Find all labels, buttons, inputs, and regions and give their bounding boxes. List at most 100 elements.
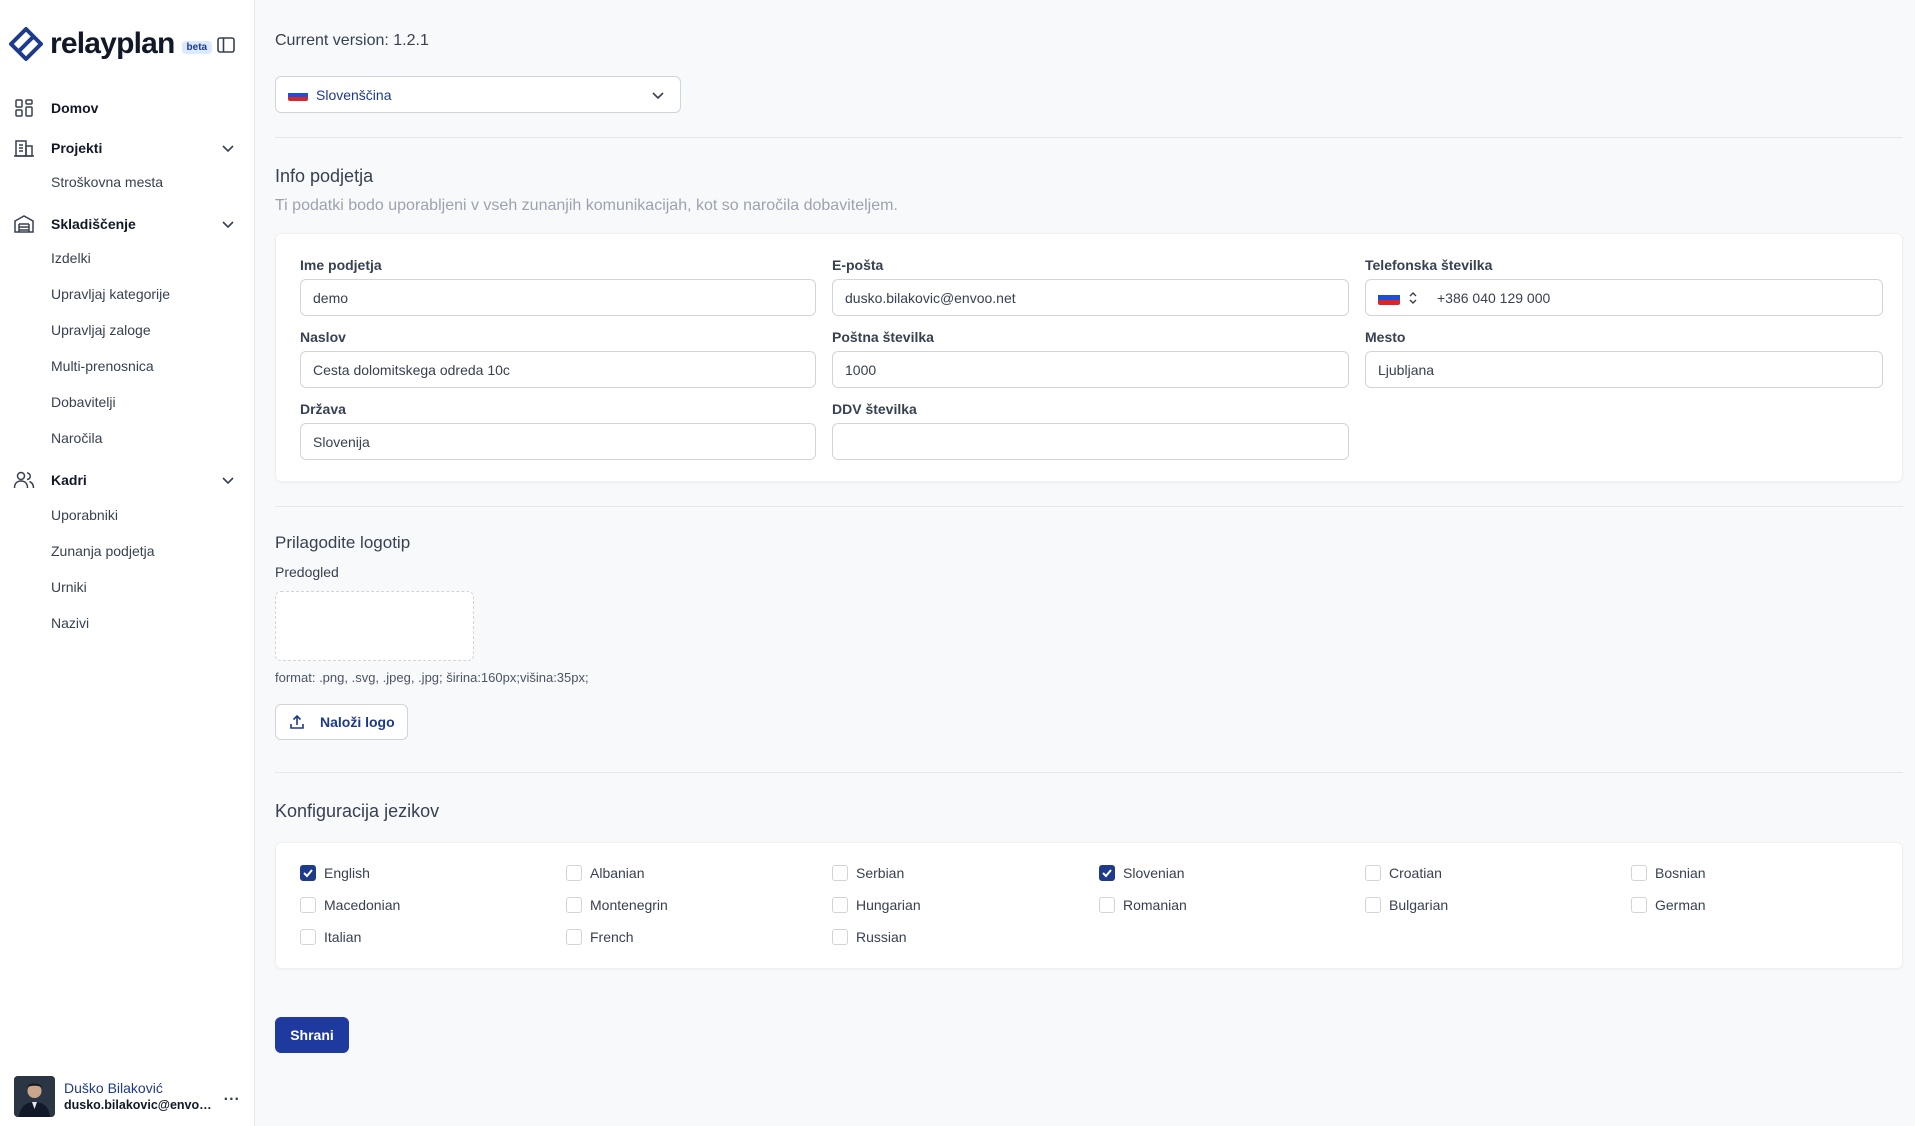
checkbox-checked-icon: [300, 865, 316, 881]
checkbox-icon: [566, 897, 582, 913]
checkbox-icon: [1631, 897, 1647, 913]
sidebar-item-upravljaj-zaloge[interactable]: Upravljaj zaloge: [51, 322, 151, 338]
country-input[interactable]: Slovenija: [300, 423, 816, 460]
language-checkbox-bosnian[interactable]: Bosnian: [1631, 865, 1706, 881]
email-input[interactable]: dusko.bilakovic@envoo.net: [832, 279, 1349, 316]
language-name: Slovenian: [1123, 865, 1185, 881]
sidebar-item-projekti[interactable]: Projekti: [12, 133, 242, 163]
sidebar-item-stroskovna-mesta[interactable]: Stroškovna mesta: [51, 174, 163, 190]
language-select[interactable]: Slovenščina: [275, 76, 681, 113]
sidebar-item-zunanja-podjetja[interactable]: Zunanja podjetja: [51, 543, 155, 559]
city-input[interactable]: Ljubljana: [1365, 351, 1883, 388]
upload-logo-button[interactable]: Naloži logo: [275, 704, 408, 740]
language-name: German: [1655, 897, 1706, 913]
building-icon: [12, 136, 36, 160]
phone-label: Telefonska številka: [1365, 257, 1493, 273]
address-input[interactable]: Cesta dolomitskega odreda 10c: [300, 351, 816, 388]
sidebar-item-label: Projekti: [51, 140, 103, 156]
sidebar-item-domov[interactable]: Domov: [12, 93, 242, 123]
vat-number-label: DDV številka: [832, 401, 917, 417]
language-checkbox-hungarian[interactable]: Hungarian: [832, 897, 921, 913]
sidebar-item-dobavitelji[interactable]: Dobavitelji: [51, 394, 116, 410]
more-options-icon[interactable]: ...: [224, 1087, 240, 1105]
language-checkbox-slovenian[interactable]: Slovenian: [1099, 865, 1185, 881]
language-checkbox-italian[interactable]: Italian: [300, 929, 361, 945]
language-checkbox-german[interactable]: German: [1631, 897, 1706, 913]
checkbox-icon: [300, 929, 316, 945]
upload-logo-label: Naloži logo: [320, 714, 395, 730]
divider: [275, 772, 1903, 773]
language-name: Bulgarian: [1389, 897, 1449, 913]
save-button[interactable]: Shrani: [275, 1017, 349, 1053]
checkbox-icon: [832, 897, 848, 913]
divider: [275, 137, 1903, 138]
language-checkbox-albanian[interactable]: Albanian: [566, 865, 645, 881]
sidebar-item-izdelki[interactable]: Izdelki: [51, 250, 91, 266]
language-name: Italian: [324, 929, 362, 945]
language-name: Hungarian: [856, 897, 921, 913]
slovenia-flag-icon: [1378, 290, 1400, 305]
relayplan-logo-icon: [9, 27, 43, 61]
language-checkbox-croatian[interactable]: Croatian: [1365, 865, 1442, 881]
language-checkbox-romanian[interactable]: Romanian: [1099, 897, 1187, 913]
company-info-title: Info podjetja: [275, 166, 374, 186]
language-checkbox-bulgarian[interactable]: Bulgarian: [1365, 897, 1448, 913]
sidebar-item-uporabniki[interactable]: Uporabniki: [51, 507, 118, 523]
slovenia-flag-icon: [288, 88, 308, 101]
postal-code-input[interactable]: 1000: [832, 351, 1349, 388]
phone-input[interactable]: +386 040 129 000: [1425, 279, 1883, 316]
checkbox-icon: [566, 929, 582, 945]
phone-country-select[interactable]: [1365, 279, 1426, 316]
divider: [275, 506, 1903, 507]
chevron-updown-icon: [1409, 291, 1417, 304]
language-name: Montenegrin: [590, 897, 668, 913]
postal-code-label: Poštna številka: [832, 329, 934, 345]
checkbox-icon: [1365, 897, 1381, 913]
sidebar: relayplan beta Domov Projekti Stroškovna…: [0, 0, 255, 1126]
sidebar-item-narocila[interactable]: Naročila: [51, 430, 102, 446]
sidebar-item-label: Skladiščenje: [51, 216, 136, 232]
vat-number-input[interactable]: [832, 423, 1349, 460]
sidebar-item-kadri[interactable]: Kadri: [12, 465, 242, 495]
sidebar-item-upravljaj-kategorije[interactable]: Upravljaj kategorije: [51, 286, 170, 302]
grid-icon: [12, 96, 36, 120]
language-checkbox-macedonian[interactable]: Macedonian: [300, 897, 400, 913]
logo-preview: [275, 591, 474, 661]
language-select-value: Slovenščina: [316, 86, 392, 103]
checkbox-icon: [832, 865, 848, 881]
company-name-input[interactable]: demo: [300, 279, 816, 316]
language-checkbox-montenegrin[interactable]: Montenegrin: [566, 897, 668, 913]
language-name: French: [590, 929, 634, 945]
company-info-subtitle: Ti podatki bodo uporabljeni v vseh zunan…: [275, 197, 898, 214]
sidebar-item-skladiscenje[interactable]: Skladiščenje: [12, 209, 242, 239]
sidebar-item-nazivi[interactable]: Nazivi: [51, 615, 89, 631]
language-checkbox-russian[interactable]: Russian: [832, 929, 907, 945]
user-profile[interactable]: Duško Bilaković dusko.bilakovic@envoo.ne…: [14, 1075, 244, 1117]
language-checkbox-serbian[interactable]: Serbian: [832, 865, 904, 881]
checkbox-icon: [1365, 865, 1381, 881]
sidebar-toggle-icon[interactable]: [216, 35, 236, 55]
upload-icon: [290, 714, 304, 729]
chevron-down-icon: [222, 477, 234, 485]
chevron-down-icon: [652, 92, 664, 100]
language-name: Russian: [856, 929, 907, 945]
brand[interactable]: relayplan beta: [8, 24, 213, 64]
avatar: [14, 1075, 55, 1117]
beta-badge: beta: [181, 40, 213, 54]
checkbox-checked-icon: [1099, 865, 1115, 881]
email-label: E-pošta: [832, 257, 884, 273]
company-info-card: Ime podjetja demo E-pošta dusko.bilakovi…: [275, 233, 1903, 482]
checkbox-icon: [1099, 897, 1115, 913]
language-checkbox-english[interactable]: English: [300, 865, 370, 881]
sidebar-item-urniki[interactable]: Urniki: [51, 579, 87, 595]
logo-preview-label: Predogled: [275, 564, 339, 580]
sidebar-item-multi-prenosnica[interactable]: Multi-prenosnica: [51, 358, 154, 374]
country-label: Država: [300, 401, 346, 417]
user-email: dusko.bilakovic@envoo.net: [64, 1098, 214, 1112]
language-checkbox-french[interactable]: French: [566, 929, 634, 945]
company-name-label: Ime podjetja: [300, 257, 382, 273]
sidebar-item-label: Domov: [51, 100, 99, 116]
checkbox-icon: [1631, 865, 1647, 881]
user-name: Duško Bilaković: [64, 1080, 163, 1096]
checkbox-icon: [300, 897, 316, 913]
